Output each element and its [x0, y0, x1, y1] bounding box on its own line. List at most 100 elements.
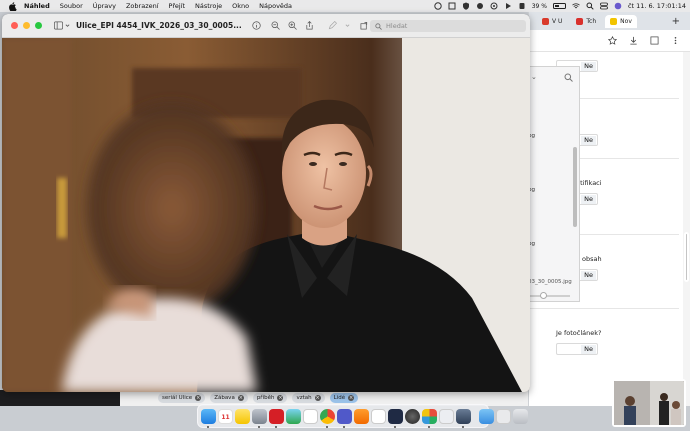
new-tab-button[interactable]: + — [672, 16, 680, 27]
search-icon — [375, 22, 382, 30]
teams-icon[interactable] — [337, 408, 352, 428]
tab-favicon-icon — [542, 17, 549, 25]
form-field-5: Je fotočlánek? Ne — [529, 308, 679, 378]
chevron-down-icon[interactable]: ⌄ — [531, 73, 537, 81]
remove-tag-icon[interactable]: × — [314, 395, 321, 401]
maps-icon[interactable] — [286, 408, 301, 424]
info-icon[interactable] — [252, 21, 261, 31]
form-field-label: Je fotočlánek? — [556, 329, 602, 337]
slider-knob[interactable] — [540, 292, 547, 299]
form-select-5[interactable]: Ne — [556, 343, 598, 355]
finder-icon[interactable] — [201, 408, 216, 428]
menu-go[interactable]: Přejít — [169, 2, 186, 10]
dialog-scrollbar[interactable] — [573, 147, 577, 227]
markup-pen-icon[interactable] — [328, 21, 337, 31]
minimize-window-button[interactable] — [23, 22, 30, 29]
control-center-icon[interactable] — [600, 2, 608, 10]
preview-window: Ulice_EPI 4454_IVK_2026_03_30_0005... — [2, 14, 530, 392]
menu-clock[interactable]: čt 11. 6. 17:01:14 — [628, 2, 686, 10]
window-thumbnail-icon[interactable] — [496, 408, 511, 424]
wifi-icon[interactable] — [572, 2, 580, 10]
app-icon-round[interactable] — [405, 408, 420, 424]
browser-scrollbar[interactable] — [683, 52, 690, 406]
menu-edit[interactable]: Úpravy — [93, 2, 116, 10]
apple-menu-icon[interactable] — [8, 1, 17, 11]
tag-label: příběh — [256, 395, 275, 401]
zoom-window-button[interactable] — [35, 22, 42, 29]
app-icon-dark[interactable] — [388, 408, 403, 428]
rotate-icon[interactable] — [360, 21, 369, 31]
slack-icon[interactable] — [422, 408, 437, 428]
remove-tag-icon[interactable]: × — [277, 395, 284, 401]
siri-icon[interactable] — [614, 2, 622, 10]
app-icon-gray[interactable] — [252, 408, 267, 428]
tag-label: Zábava — [214, 395, 235, 401]
tag-chip[interactable]: seriál Ulice × — [158, 393, 206, 403]
menu-window[interactable]: Okno — [232, 2, 249, 10]
video-thumbnail[interactable] — [612, 379, 686, 427]
preview-app-icon[interactable] — [456, 408, 471, 428]
browser-menu-icon[interactable] — [671, 36, 680, 45]
selected-file-name: 03_30_0005.jpg — [528, 279, 572, 285]
download-icon[interactable] — [629, 36, 638, 45]
zoom-slider[interactable] — [530, 292, 570, 299]
search-field[interactable] — [370, 20, 526, 32]
document-title[interactable]: Ulice_EPI 4454_IVK_2026_03_30_0005... — [76, 21, 242, 30]
search-input[interactable] — [386, 22, 516, 30]
battery-icon[interactable] — [552, 3, 566, 9]
tag-chip[interactable]: vztah × — [292, 393, 325, 403]
calendar-icon[interactable]: 11 — [218, 408, 233, 424]
zoom-out-icon[interactable] — [271, 21, 280, 31]
dock: 11 — [197, 404, 528, 428]
app-icon-light[interactable] — [439, 408, 454, 424]
tag-chip[interactable]: Zábava × — [210, 393, 248, 403]
tag-chip-selected[interactable]: Lidé × — [329, 393, 359, 403]
browser-tab-2[interactable]: Tch — [571, 15, 601, 28]
close-window-button[interactable] — [11, 22, 18, 29]
tag-chip[interactable]: příběh × — [252, 393, 288, 403]
video-thumbnail-image — [614, 381, 684, 425]
browser-tab-label: V U — [552, 17, 563, 25]
chrome-icon[interactable] — [320, 408, 335, 428]
menu-tools[interactable]: Nástroje — [195, 2, 222, 10]
status-play-icon[interactable] — [504, 2, 512, 10]
menu-app-name[interactable]: Náhled — [24, 2, 50, 10]
status-shield-icon[interactable] — [462, 2, 470, 10]
sidebar-menu-chevron-icon[interactable] — [65, 21, 70, 31]
remove-tag-icon[interactable]: × — [195, 395, 202, 401]
menu-help[interactable]: Nápověda — [259, 2, 292, 10]
bookmark-star-icon[interactable] — [608, 36, 617, 45]
vlc-icon[interactable] — [354, 408, 369, 424]
status-cloud-icon[interactable] — [476, 2, 484, 10]
extensions-icon[interactable] — [650, 36, 659, 45]
menu-view[interactable]: Zobrazení — [126, 2, 159, 10]
browser-toolbar — [529, 30, 690, 52]
share-icon[interactable] — [305, 21, 314, 31]
browser-tab-1[interactable]: V U — [537, 15, 567, 28]
document-icon[interactable] — [303, 408, 318, 424]
browser-tab-3[interactable]: Nov — [605, 14, 637, 28]
folder-icon[interactable] — [479, 408, 494, 424]
menu-file[interactable]: Soubor — [60, 2, 83, 10]
trash-icon[interactable] — [513, 408, 528, 424]
scrollbar-thumb[interactable] — [684, 232, 689, 282]
status-vpn-icon[interactable] — [518, 2, 526, 10]
status-grid-icon[interactable] — [448, 2, 456, 10]
spotlight-search-icon[interactable] — [586, 2, 594, 10]
status-app-icon[interactable] — [433, 2, 442, 10]
sidebar-toggle-icon[interactable] — [54, 21, 63, 31]
pdf-icon[interactable] — [269, 408, 284, 428]
remove-tag-icon[interactable]: × — [237, 395, 244, 401]
zoom-in-icon[interactable] — [288, 21, 297, 31]
tab-favicon-icon — [576, 17, 584, 25]
file-chooser-dialog: ⌄ pg pg pg 03_30_0005.jpg — [526, 66, 580, 302]
status-sync-icon[interactable] — [490, 2, 498, 10]
search-icon[interactable] — [564, 73, 573, 82]
remove-tag-icon[interactable]: × — [348, 395, 355, 401]
battery-percent: 39 % — [531, 2, 547, 10]
markup-chevron-icon[interactable] — [345, 21, 350, 31]
app-icon-white[interactable] — [371, 408, 386, 424]
select-value: Ne — [581, 195, 596, 204]
notes-icon[interactable] — [235, 408, 250, 424]
browser-tab-strip: V U Tch Nov + — [529, 12, 690, 30]
